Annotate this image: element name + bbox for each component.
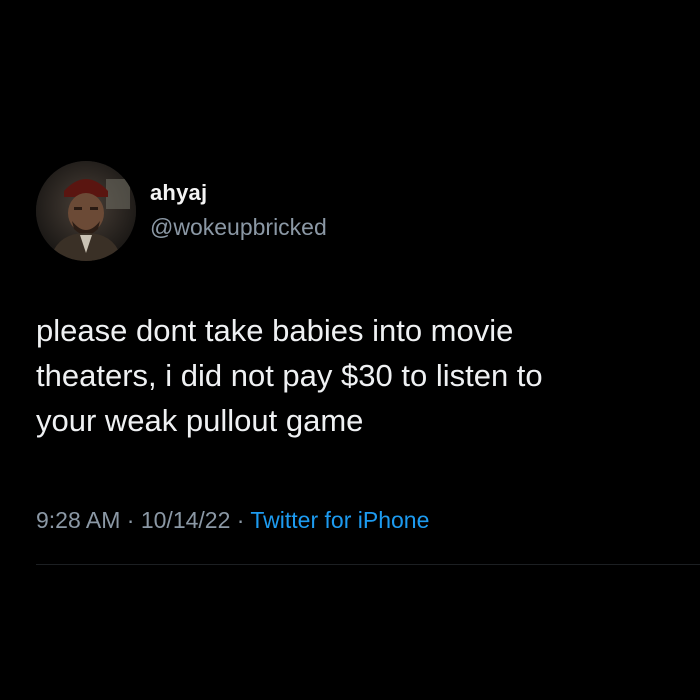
avatar[interactable] bbox=[36, 161, 136, 261]
tweet-card: ahyaj @wokeupbricked please dont take ba… bbox=[0, 0, 700, 700]
meta-separator: · bbox=[120, 507, 141, 533]
tweet-text: please dont take babies into movie theat… bbox=[36, 308, 700, 443]
tweet-time[interactable]: 9:28 AM bbox=[36, 507, 120, 533]
tweet-meta: 9:28 AM · 10/14/22 · Twitter for iPhone bbox=[36, 507, 429, 534]
user-avatar-photo-icon bbox=[36, 161, 136, 261]
tweet-text-line: please dont take babies into movie bbox=[36, 313, 514, 348]
display-name[interactable]: ahyaj bbox=[150, 180, 207, 206]
meta-separator: · bbox=[230, 507, 251, 533]
tweet-text-line: theaters, i did not pay $30 to listen to bbox=[36, 358, 543, 393]
tweet-date[interactable]: 10/14/22 bbox=[141, 507, 231, 533]
tweet-source-link[interactable]: Twitter for iPhone bbox=[250, 507, 429, 533]
username[interactable]: @wokeupbricked bbox=[150, 214, 327, 241]
tweet-text-line: your weak pullout game bbox=[36, 403, 364, 438]
divider bbox=[36, 564, 700, 565]
